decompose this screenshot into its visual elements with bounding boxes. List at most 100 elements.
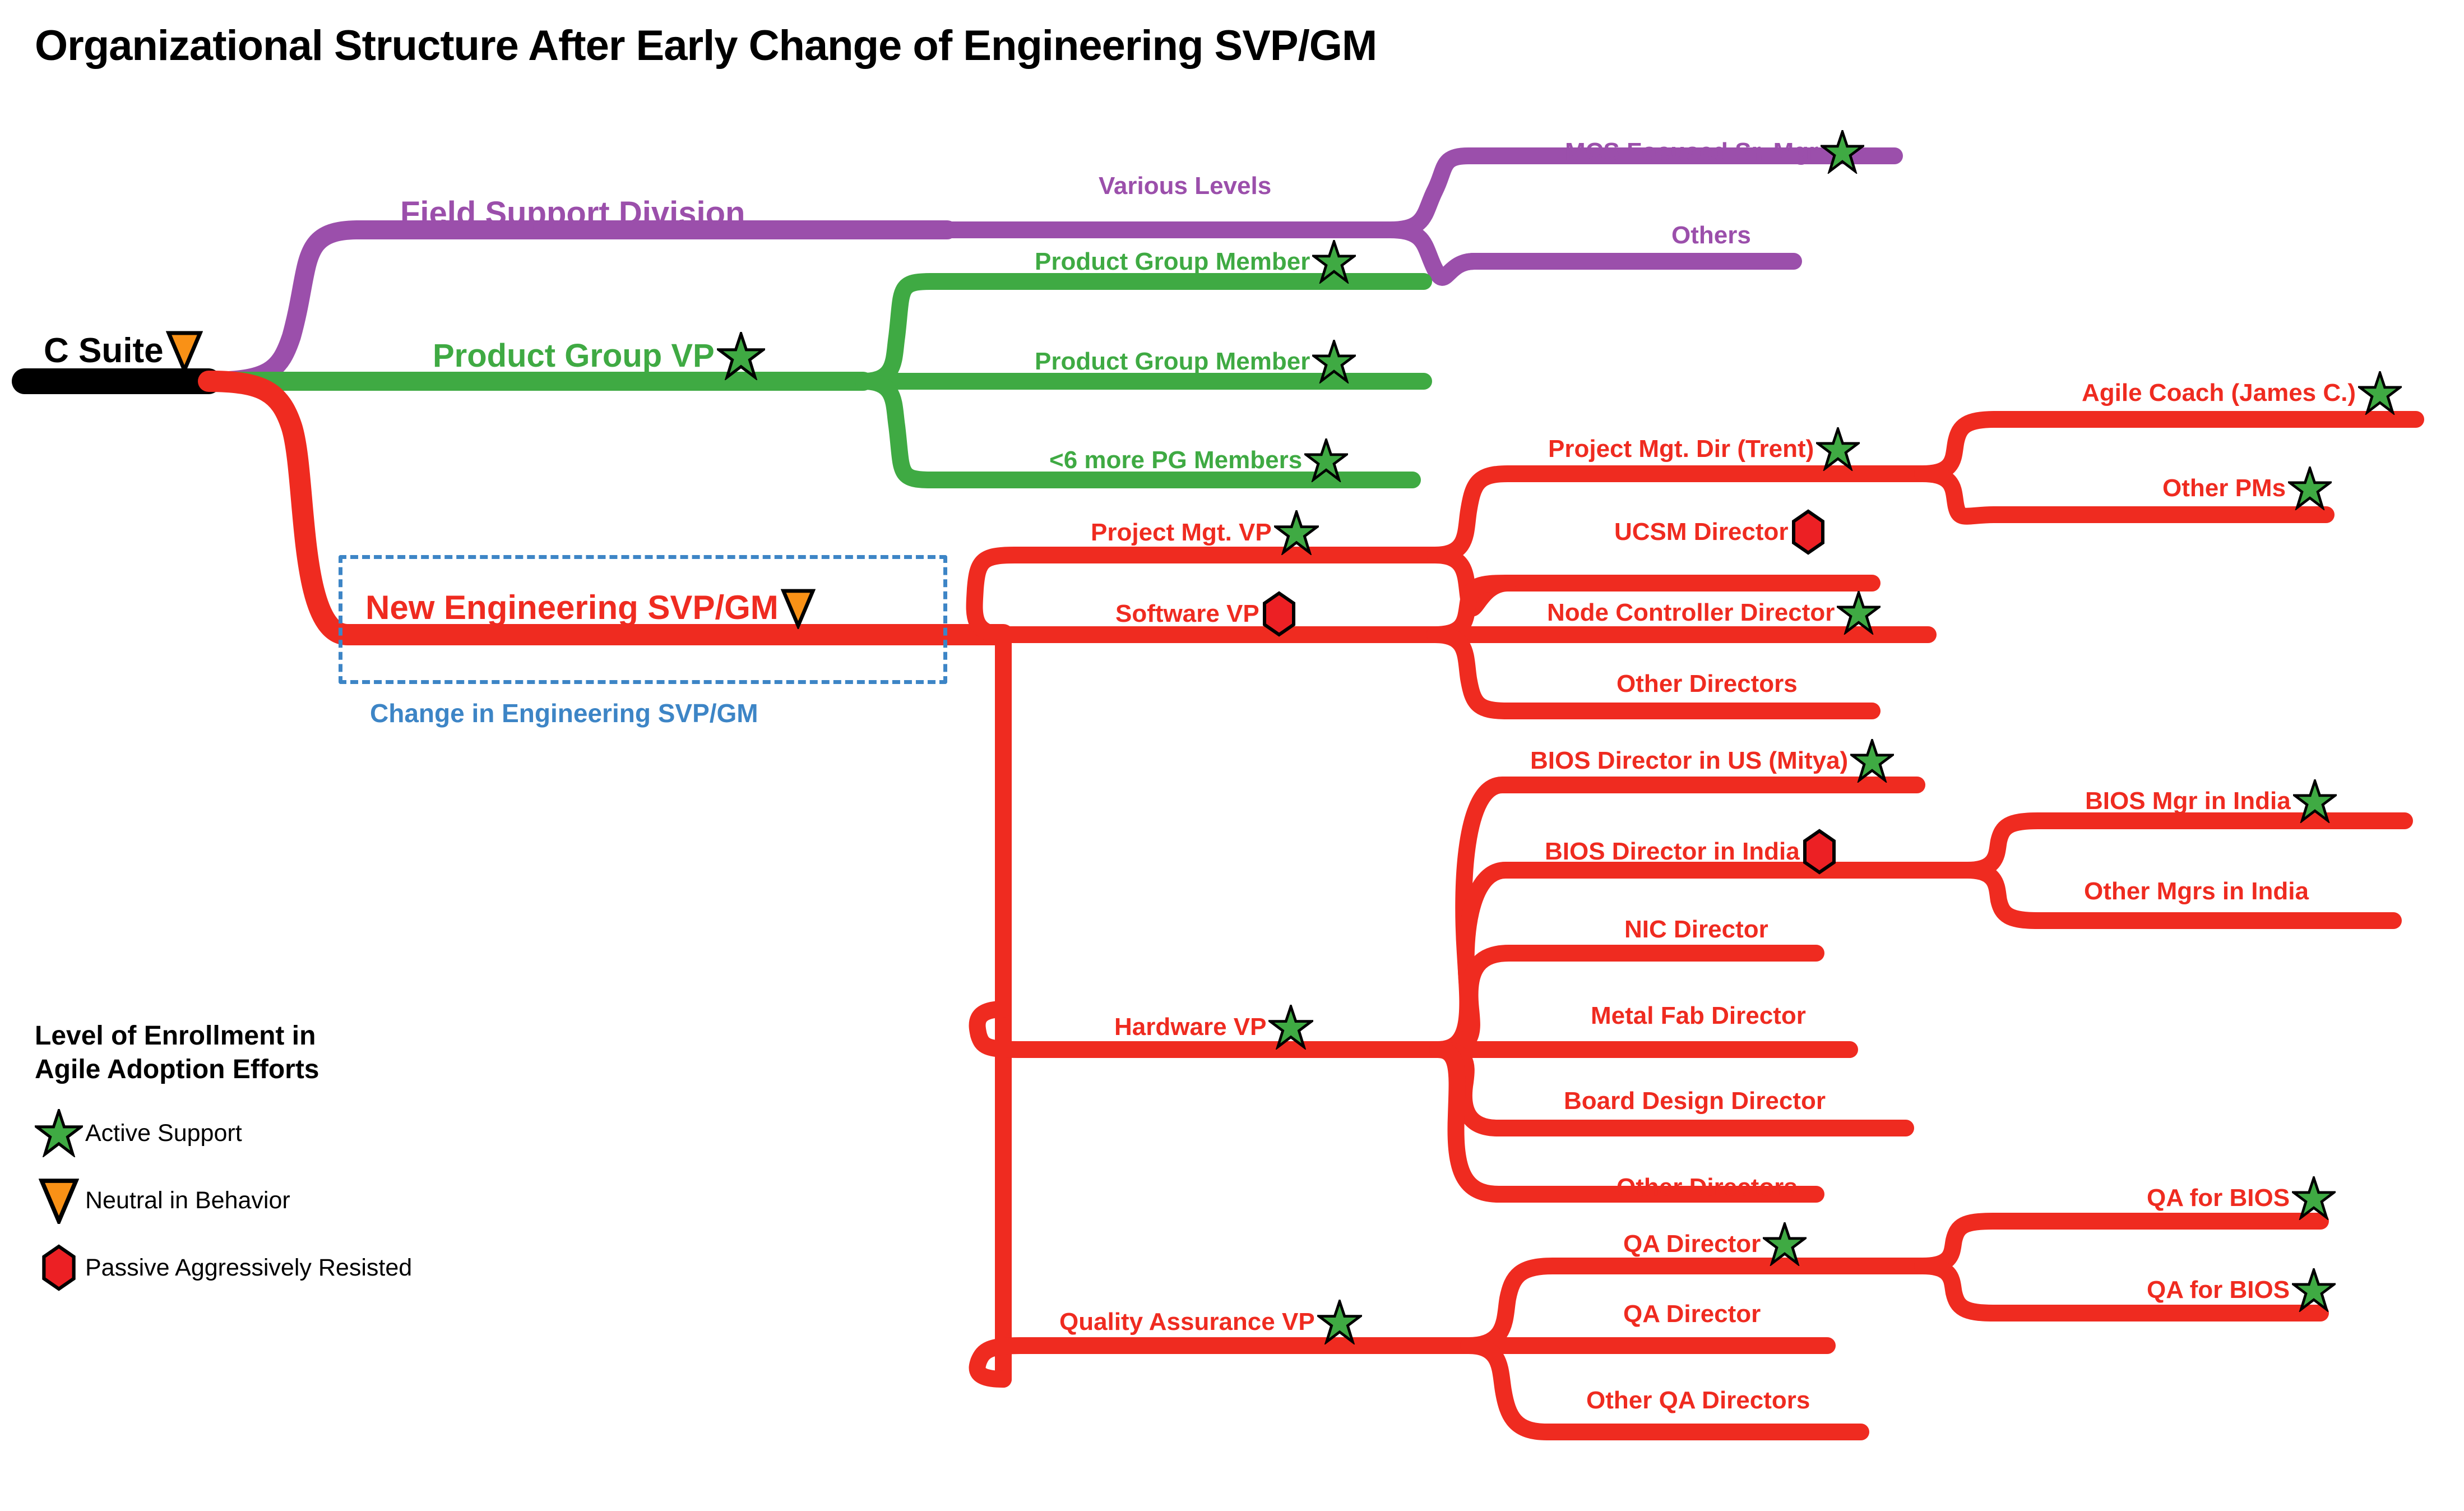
star-icon (1850, 739, 1895, 783)
node-sw-other-directors[interactable]: Other Directors (1617, 672, 1798, 696)
node-label: New Engineering SVP/GM (365, 589, 779, 626)
node-software-vp[interactable]: Software VP (1115, 591, 1296, 637)
node-bios-director-india[interactable]: BIOS Director in India (1545, 829, 1837, 875)
wire-qa-for-bios-1 (1914, 1213, 2329, 1274)
star-icon (35, 1109, 83, 1157)
node-nic-director[interactable]: NIC Director (1624, 917, 1768, 942)
node-label: Product Group VP (433, 338, 715, 374)
node-pg-member-1[interactable]: Product Group Member (1035, 240, 1356, 284)
node-agile-coach[interactable]: Agile Coach (James C.) (2082, 371, 2402, 415)
legend: Level of Enrollment in Agile Adoption Ef… (35, 1019, 413, 1291)
legend-label: Passive Aggressively Resisted (85, 1254, 413, 1281)
node-hw-other-directors[interactable]: Other Directors (1617, 1175, 1798, 1200)
node-label: Metal Fab Director (1591, 1002, 1806, 1029)
star-icon (2358, 371, 2402, 415)
legend-title: Level of Enrollment in Agile Adoption Ef… (35, 1019, 412, 1087)
node-other-pms[interactable]: Other PMs (2162, 466, 2332, 510)
node-label: Other Directors (1617, 1173, 1798, 1201)
wire-agile-coach (1914, 411, 2424, 482)
node-bios-director-us[interactable]: BIOS Director in US (Mitya) (1530, 739, 1895, 783)
legend-label: Active Support (85, 1119, 242, 1147)
node-label: Board Design Director (1564, 1087, 1826, 1115)
down-triangle-icon (780, 586, 816, 629)
star-icon (2292, 779, 2337, 823)
node-label: Hardware VP (1114, 1013, 1267, 1041)
node-label: Various Levels (1099, 172, 1272, 200)
hexagon-icon (1262, 591, 1296, 637)
node-label: BIOS Director in US (Mitya) (1530, 747, 1849, 774)
node-others[interactable]: Others (1671, 223, 1751, 248)
node-label: QA for BIOS (2147, 1276, 2290, 1304)
node-label: Software VP (1115, 600, 1259, 627)
node-label: MCS Focused Sr. Mgr (1565, 138, 1819, 165)
node-new-engineering-svp[interactable]: New Engineering SVP/GM (365, 586, 816, 629)
node-label: Project Mgt. VP (1091, 519, 1272, 546)
node-label: QA for BIOS (2147, 1184, 2290, 1212)
node-label: Product Group Member (1035, 248, 1310, 275)
node-label: UCSM Director (1614, 518, 1789, 546)
node-field-support-division[interactable]: Field Support Division (400, 197, 745, 230)
node-various-levels[interactable]: Various Levels (1099, 174, 1271, 198)
node-label: Other PMs (2162, 474, 2286, 502)
star-icon (2288, 466, 2332, 510)
node-label: NIC Director (1624, 916, 1768, 943)
wire-quality-assurance-vp (969, 1337, 1477, 1388)
node-label: Field Support Division (400, 195, 745, 232)
legend-item-resisted: Passive Aggressively Resisted (35, 1244, 413, 1291)
node-label: Others (1671, 221, 1751, 249)
star-icon (2292, 1176, 2336, 1220)
node-qa-director-1[interactable]: QA Director (1623, 1222, 1807, 1266)
node-project-mgt-vp[interactable]: Project Mgt. VP (1091, 510, 1319, 555)
node-label: C Suite (44, 331, 164, 370)
node-qa-for-bios-1[interactable]: QA for BIOS (2147, 1176, 2336, 1220)
legend-label: Neutral in Behavior (85, 1186, 290, 1214)
legend-item-active-support: Active Support (35, 1109, 412, 1157)
star-icon (716, 332, 765, 380)
node-qa-director-2[interactable]: QA Director (1623, 1302, 1761, 1327)
node-label: Project Mgt. Dir (Trent) (1548, 435, 1814, 463)
star-icon (1304, 438, 1349, 482)
node-c-suite[interactable]: C Suite (44, 330, 203, 372)
node-product-group-vp[interactable]: Product Group VP (433, 332, 765, 380)
node-label: BIOS Mgr in India (2085, 787, 2291, 815)
node-hardware-vp[interactable]: Hardware VP (1114, 1005, 1314, 1050)
node-pg-member-2[interactable]: Product Group Member (1035, 340, 1356, 383)
node-quality-assurance-vp[interactable]: Quality Assurance VP (1059, 1300, 1362, 1344)
node-pg-more-members[interactable]: <6 more PG Members (1049, 438, 1349, 482)
star-icon (1273, 510, 1319, 555)
legend-title-line-1: Level of Enrollment in (35, 1021, 316, 1051)
node-board-design-director[interactable]: Board Design Director (1564, 1089, 1826, 1113)
star-icon (1268, 1005, 1314, 1050)
star-icon (1821, 130, 1865, 174)
change-annotation: Change in Engineering SVP/GM (370, 699, 758, 728)
page-title: Organizational Structure After Early Cha… (35, 22, 1377, 70)
down-triangle-icon (165, 330, 203, 372)
legend-item-neutral: Neutral in Behavior (35, 1179, 412, 1224)
node-label: Quality Assurance VP (1059, 1308, 1315, 1336)
node-metal-fab-director[interactable]: Metal Fab Director (1591, 1004, 1806, 1028)
hexagon-icon (35, 1244, 83, 1291)
node-label: Product Group Member (1035, 348, 1310, 375)
node-project-mgt-dir[interactable]: Project Mgt. Dir (Trent) (1548, 427, 1860, 471)
node-other-qa-directors[interactable]: Other QA Directors (1586, 1388, 1810, 1413)
node-label: <6 more PG Members (1049, 446, 1303, 474)
wire-nic-director (1429, 945, 1824, 1058)
hexagon-icon (1802, 829, 1837, 875)
node-mcs-focused-sr-mgr[interactable]: MCS Focused Sr. Mgr (1565, 130, 1865, 174)
node-qa-for-bios-2[interactable]: QA for BIOS (2147, 1268, 2336, 1312)
node-label: Other Directors (1617, 670, 1798, 697)
node-label: Other Mgrs in India (2084, 877, 2309, 905)
node-label: Node Controller Director (1547, 599, 1835, 626)
node-bios-mgr-india[interactable]: BIOS Mgr in India (2085, 779, 2337, 823)
node-ucsm-director[interactable]: UCSM Director (1614, 509, 1826, 555)
hexagon-icon (1791, 509, 1826, 555)
star-icon (1312, 340, 1356, 383)
star-icon (1317, 1300, 1362, 1344)
wire-bios-mgr-india (1959, 812, 2413, 879)
org-chart-canvas: Organizational Structure After Early Cha… (0, 0, 2464, 1511)
star-icon (1763, 1222, 1807, 1266)
node-label: Agile Coach (James C.) (2082, 379, 2356, 406)
node-label: BIOS Director in India (1545, 838, 1800, 865)
node-other-mgrs-india[interactable]: Other Mgrs in India (2084, 879, 2309, 904)
node-node-controller-director[interactable]: Node Controller Director (1547, 591, 1881, 635)
